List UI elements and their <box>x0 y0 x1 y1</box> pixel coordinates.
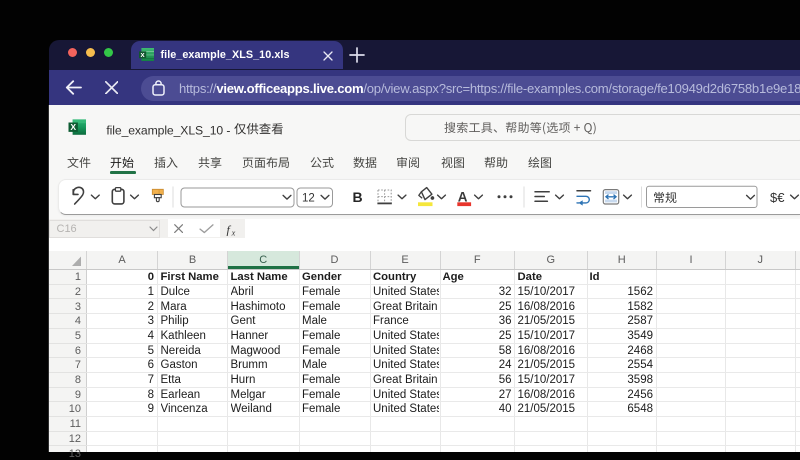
svg-text:12: 12 <box>302 192 315 204</box>
svg-text:$€: $€ <box>770 190 785 205</box>
svg-text:A: A <box>457 189 467 204</box>
svg-text:B: B <box>352 189 362 205</box>
svg-text:X: X <box>70 122 76 132</box>
svg-text:x: x <box>231 229 236 238</box>
